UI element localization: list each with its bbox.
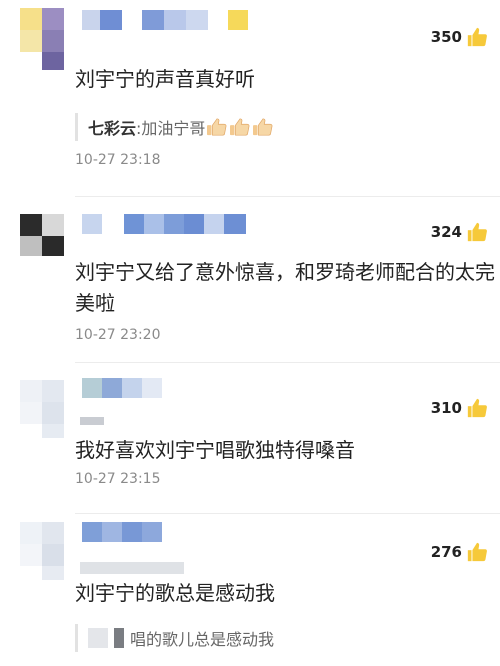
avatar[interactable]: [20, 214, 64, 266]
thumbs-up-icon: [467, 222, 487, 242]
like-button[interactable]: 350: [431, 26, 488, 48]
avatar[interactable]: [20, 380, 64, 438]
avatar: [114, 628, 124, 648]
username-blurred[interactable]: [80, 522, 190, 542]
thumbs-up-emoji-icon: [253, 118, 273, 136]
like-count: 310: [430, 399, 462, 417]
like-button[interactable]: 276: [431, 541, 488, 563]
reply-snippet[interactable]: 唱的歌儿总是感动我: [75, 624, 274, 652]
thumbs-up-icon: [467, 398, 487, 418]
avatar[interactable]: [20, 8, 64, 70]
thumbs-up-emoji-icon: [207, 118, 227, 136]
avatar[interactable]: [20, 522, 64, 580]
comment-text: 刘宇宁又给了意外惊喜，和罗琦老师配合的太完美啦: [75, 260, 495, 315]
username-blurred[interactable]: [80, 214, 250, 234]
reply-snippet[interactable]: 七彩云 :加油宁哥: [75, 113, 274, 141]
username-blurred[interactable]: [80, 10, 250, 30]
like-button[interactable]: 310: [431, 397, 488, 419]
comment-time: 10-27 23:15: [75, 471, 161, 487]
comment-text: 刘宇宁的声音真好听: [75, 67, 255, 91]
comment-item: 324 刘宇宁又给了意外惊喜，和罗琦老师配合的太完美啦 10-27 23:20: [0, 197, 500, 362]
comment-text: 我好喜欢刘宇宁唱歌独特得嗓音: [75, 438, 355, 462]
thumbs-up-icon: [467, 27, 487, 47]
reply-text: :加油宁哥: [136, 119, 206, 138]
avatar: [88, 628, 108, 648]
comment-text: 刘宇宁的歌总是感动我: [75, 581, 275, 605]
comment-item: 276 刘宇宁的歌总是感动我 唱的歌儿总是感动我: [0, 514, 500, 666]
like-button[interactable]: 324: [431, 221, 488, 243]
username-blurred[interactable]: [80, 378, 190, 398]
thumbs-up-emoji-icon: [230, 118, 250, 136]
reply-text: 唱的歌儿总是感动我: [130, 630, 275, 649]
username-blurred: [80, 562, 184, 574]
comment-time: 10-27 23:20: [75, 327, 161, 343]
thumbs-up-icon: [467, 542, 487, 562]
reply-author[interactable]: 七彩云: [88, 115, 136, 139]
comment-item: 350 刘宇宁的声音真好听 七彩云 :加油宁哥 10-27 23:18: [0, 0, 500, 195]
like-count: 276: [430, 543, 462, 561]
comment-time: 10-27 23:18: [75, 152, 161, 168]
like-count: 324: [430, 223, 462, 241]
comment-item: 310 我好喜欢刘宇宁唱歌独特得嗓音 10-27 23:15: [0, 363, 500, 513]
username-blurred: [80, 417, 104, 425]
like-count: 350: [430, 28, 462, 46]
